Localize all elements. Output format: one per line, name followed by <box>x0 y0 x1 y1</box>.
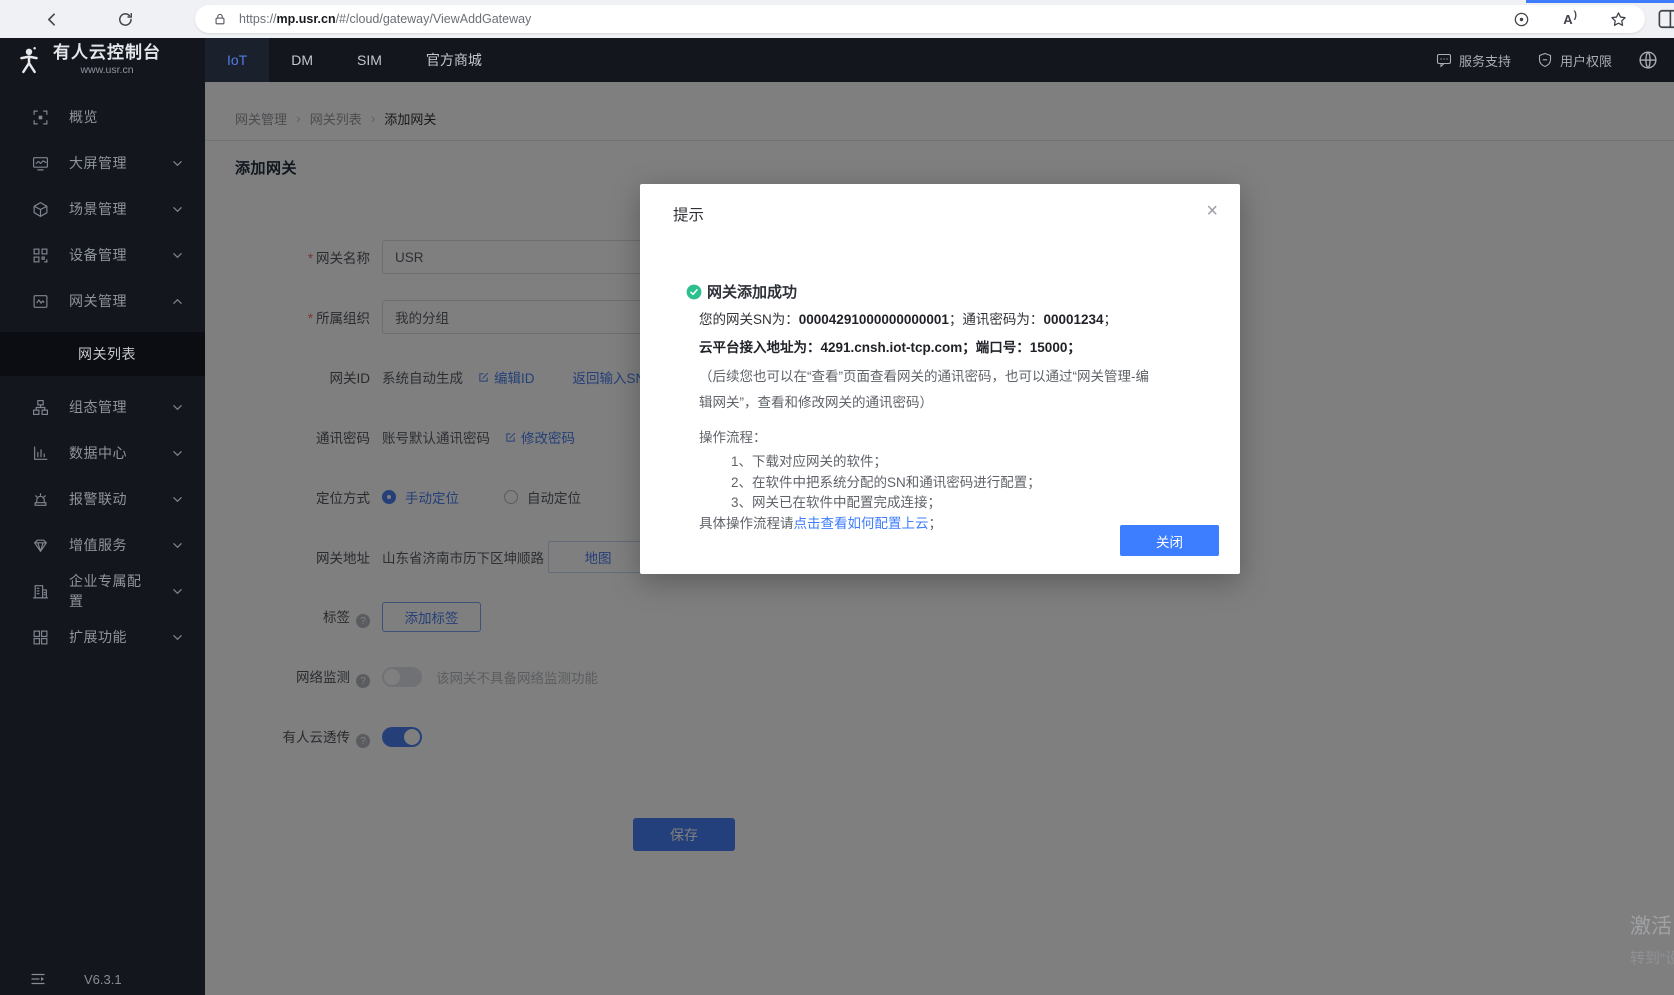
sidebar-item-gateway-mgmt[interactable]: 网关管理 <box>0 278 205 324</box>
service-support[interactable]: 服务支持 <box>1436 51 1511 70</box>
browser-toolbar: https://mp.usr.cn/#/cloud/gateway/ViewAd… <box>0 0 1674 38</box>
app-header: 有人云控制台 www.usr.cn IoT DM SIM 官方商城 服务支持 用… <box>0 38 1674 82</box>
url-text: https://mp.usr.cn/#/cloud/gateway/ViewAd… <box>239 12 532 26</box>
gem-icon <box>32 537 49 554</box>
bar-chart-icon <box>32 445 49 462</box>
sidebar: 概览 大屏管理 场景管理 设备管理 网关管理 网关列表 组态管理 数据中心 报警… <box>0 82 205 995</box>
location-target-icon[interactable] <box>1513 11 1530 28</box>
tab-iot[interactable]: IoT <box>205 38 270 82</box>
chevron-down-icon <box>172 540 183 551</box>
overview-icon <box>32 109 49 126</box>
cloud-access-line: 云平台接入地址为：4291.cnsh.iot-tcp.com；端口号：15000… <box>699 340 1081 355</box>
chevron-down-icon <box>172 494 183 505</box>
sidebar-item-device-mgmt[interactable]: 设备管理 <box>0 232 205 278</box>
read-aloud-icon[interactable]: A) <box>1563 10 1577 27</box>
sidebar-item-enterprise-config[interactable]: 企业专属配置 <box>0 568 205 614</box>
success-dialog: 提示 × 网关添加成功 您的网关SN为：00004291000000000001… <box>640 184 1240 574</box>
user-permissions[interactable]: 用户权限 <box>1537 51 1612 70</box>
back-arrow-icon <box>43 11 60 28</box>
app-subtitle: www.usr.cn <box>80 63 134 76</box>
sidebar-item-value-added-services[interactable]: 增值服务 <box>0 522 205 568</box>
chevron-down-icon <box>172 402 183 413</box>
comm-password-value: 00001234 <box>1043 312 1104 327</box>
split-screen-icon[interactable] <box>1658 8 1674 30</box>
shield-icon <box>1537 52 1553 68</box>
sidebar-item-screen-mgmt[interactable]: 大屏管理 <box>0 140 205 186</box>
close-icon[interactable]: × <box>1206 201 1218 221</box>
favorite-star-icon[interactable] <box>1610 11 1627 28</box>
alarm-light-icon <box>32 491 49 508</box>
tab-sim[interactable]: SIM <box>335 38 404 82</box>
version-label: V6.3.1 <box>84 971 122 987</box>
chevron-down-icon <box>172 448 183 459</box>
chevron-down-icon <box>172 158 183 169</box>
success-heading: 网关添加成功 <box>686 281 1200 302</box>
chevron-down-icon <box>172 586 183 597</box>
chevron-down-icon <box>172 204 183 215</box>
chevron-down-icon <box>172 250 183 261</box>
device-grid-icon <box>32 247 49 264</box>
flow-step: 1、下载对应网关的软件； <box>731 454 888 469</box>
flow-steps: 1、下载对应网关的软件； 2、在软件中把系统分配的SN和通讯密码进行配置； 3、… <box>731 452 1200 514</box>
gateway-chart-icon <box>32 293 49 310</box>
sidebar-item-config-mgmt[interactable]: 组态管理 <box>0 384 205 430</box>
collapse-sidebar-icon[interactable] <box>30 971 46 987</box>
blocks-icon <box>32 629 49 646</box>
sidebar-item-alarm-linkage[interactable]: 报警联动 <box>0 476 205 522</box>
dialog-close-button[interactable]: 关闭 <box>1120 525 1219 556</box>
language-globe-icon[interactable] <box>1638 50 1658 70</box>
dialog-title: 提示 <box>673 207 705 224</box>
big-screen-icon <box>32 155 49 172</box>
sidebar-item-overview[interactable]: 概览 <box>0 94 205 140</box>
how-to-configure-link[interactable]: 点击查看如何配置上云 <box>794 516 929 531</box>
chevron-up-icon <box>172 296 183 307</box>
building-icon <box>32 583 49 600</box>
success-check-icon <box>686 284 702 300</box>
refresh-icon <box>117 11 134 28</box>
sidebar-item-data-center[interactable]: 数据中心 <box>0 430 205 476</box>
tab-dm[interactable]: DM <box>269 38 335 82</box>
lock-icon <box>213 12 227 26</box>
app-title: 有人云控制台 <box>53 42 161 62</box>
gateway-sn-value: 00004291000000000001 <box>798 312 949 327</box>
chevron-down-icon <box>172 632 183 643</box>
sidebar-item-extensions[interactable]: 扩展功能 <box>0 614 205 660</box>
browser-refresh-button[interactable] <box>110 4 140 34</box>
top-nav: IoT DM SIM 官方商城 <box>205 38 504 82</box>
sn-line: 您的网关SN为：00004291000000000001；通讯密码为：00001… <box>699 312 1118 327</box>
flow-step: 3、网关已在软件中配置完成连接； <box>731 495 942 510</box>
scene-box-icon <box>32 201 49 218</box>
flow-step: 2、在软件中把系统分配的SN和通讯密码进行配置； <box>731 474 1041 490</box>
tab-official-mall[interactable]: 官方商城 <box>404 38 504 82</box>
browser-back-button[interactable] <box>36 4 66 34</box>
logo[interactable]: 有人云控制台 www.usr.cn <box>0 38 205 82</box>
sidebar-subitem-gateway-list[interactable]: 网关列表 <box>0 332 205 376</box>
sidebar-item-scene-mgmt[interactable]: 场景管理 <box>0 186 205 232</box>
chat-bubble-icon <box>1436 52 1452 68</box>
address-bar[interactable]: https://mp.usr.cn/#/cloud/gateway/ViewAd… <box>195 5 1645 33</box>
dialog-note: （后续您也可以在“查看”页面查看网关的通讯密码，也可以通过“网关管理-编辑网关”… <box>699 369 1149 410</box>
flow-title: 操作流程： <box>699 430 767 445</box>
topology-icon <box>32 399 49 416</box>
window-accent-strip <box>1526 0 1674 3</box>
usr-person-logo-icon <box>14 45 44 75</box>
